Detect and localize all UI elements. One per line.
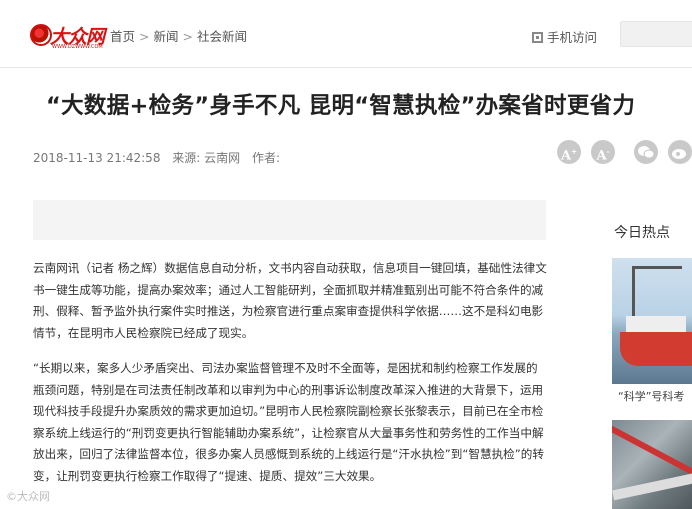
article-title: “大数据+检务”身手不凡 昆明“智慧执检”办案省时更省力 — [46, 93, 636, 119]
mobile-access-link[interactable]: 手机访问 — [532, 27, 597, 46]
breadcrumb-home-link[interactable]: 首页 — [110, 29, 135, 44]
top-navigation-bar: 大众网 WWW.DZWWW.COM 首页 > 新闻 > 社会新闻 手机访问 — [0, 0, 692, 68]
search-input[interactable] — [620, 21, 692, 47]
article-source: 来源: 云南网 — [172, 151, 241, 165]
breadcrumb-social-news-link[interactable]: 社会新闻 — [197, 29, 247, 44]
logo-subtext: WWW.DZWWW.COM — [52, 44, 103, 50]
breadcrumb: 首页 > 新闻 > 社会新闻 — [110, 26, 247, 45]
sidebar-item-image[interactable] — [612, 420, 692, 509]
font-decrease-icon[interactable]: A- — [591, 140, 615, 164]
breadcrumb-separator: > — [182, 29, 193, 44]
font-increase-icon[interactable]: A+ — [557, 140, 581, 164]
qr-code-icon — [532, 32, 543, 43]
site-logo[interactable]: 大众网 WWW.DZWWW.COM — [30, 20, 105, 50]
watermark: ©大众网 — [6, 490, 50, 503]
article-paragraph: 云南网讯（记者 杨之辉）数据信息自动分析，文书内容自动获取，信息项目一键回填，基… — [33, 261, 547, 340]
sidebar-title: 今日热点 — [614, 225, 670, 241]
article-paragraph: “长期以来，案多人少矛盾突出、司法办案监督管理不及时不全面等，是困扰和制约检察工… — [33, 361, 544, 483]
article-author: 作者: — [251, 151, 281, 165]
mobile-access-label: 手机访问 — [547, 30, 598, 45]
weibo-icon[interactable] — [668, 140, 692, 164]
article-meta: 2018-11-13 21:42:58 来源: 云南网 作者: — [33, 149, 288, 166]
sidebar-item-caption[interactable]: “科学”号科考 — [618, 388, 684, 404]
article-body: 云南网讯（记者 杨之辉）数据信息自动分析，文书内容自动获取，信息项目一键回填，基… — [33, 258, 548, 501]
article-datetime: 2018-11-13 21:42:58 — [33, 151, 161, 165]
sidebar-item-image[interactable] — [612, 258, 692, 384]
breadcrumb-news-link[interactable]: 新闻 — [154, 29, 179, 44]
breadcrumb-separator: > — [139, 29, 150, 44]
advertisement-placeholder — [33, 200, 546, 240]
wechat-icon[interactable] — [634, 140, 658, 164]
logo-mark-icon — [30, 24, 52, 46]
